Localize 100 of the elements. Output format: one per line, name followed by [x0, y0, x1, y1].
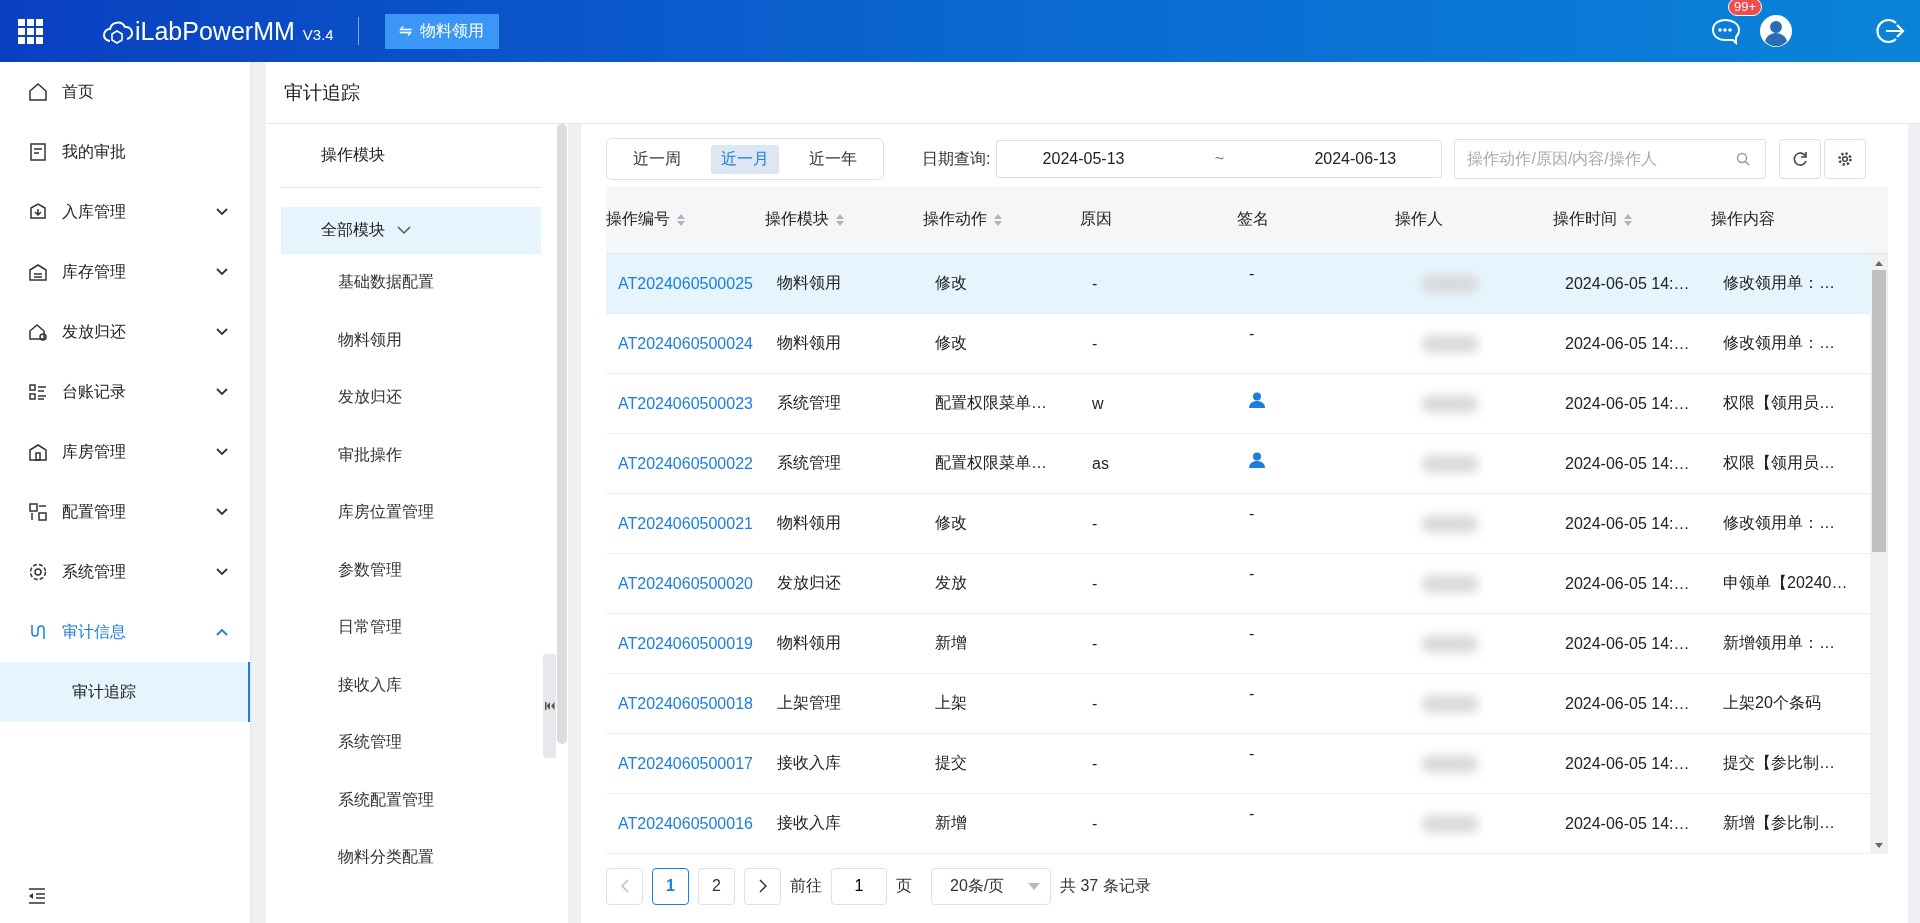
- tree-item[interactable]: 物料分类配置: [281, 829, 541, 887]
- record-id-link[interactable]: AT2024060500018: [618, 694, 753, 713]
- record-id-link[interactable]: AT2024060500017: [618, 754, 753, 773]
- tree-item[interactable]: 参数管理: [281, 541, 541, 599]
- collapse-panel-handle[interactable]: [543, 654, 556, 758]
- messages-button[interactable]: [1710, 17, 1740, 45]
- house-icon: [28, 322, 48, 342]
- record-id-link[interactable]: AT2024060500020: [618, 574, 753, 593]
- range-tab[interactable]: 近一周: [623, 144, 691, 174]
- scrollbar-thumb[interactable]: [1872, 270, 1886, 552]
- table-cell-text: 修改: [935, 513, 967, 533]
- record-id-link[interactable]: AT2024060500019: [618, 634, 753, 653]
- logout-button[interactable]: [1876, 17, 1906, 45]
- record-id-link[interactable]: AT2024060500025: [618, 274, 753, 293]
- table-row[interactable]: AT2024060500018 上架管理 上架 - - 2024-06-05 14:… 上架20个条码: [606, 674, 1870, 734]
- blurred-text: [1421, 814, 1479, 833]
- column-header[interactable]: 原因: [1080, 186, 1237, 253]
- blurred-text: [1421, 514, 1479, 533]
- cloud-logo-icon: [103, 19, 133, 45]
- sidebar-item[interactable]: 入库管理: [0, 182, 250, 242]
- sidebar-item[interactable]: 台账记录: [0, 362, 250, 422]
- column-header[interactable]: 操作人: [1395, 186, 1553, 253]
- record-id-link[interactable]: AT2024060500024: [618, 334, 753, 353]
- blurred-text: [1421, 454, 1479, 473]
- grid-icon: [18, 18, 43, 44]
- blurred-text: [1421, 754, 1479, 773]
- table-cell-text: 修改领用单：…: [1723, 513, 1835, 533]
- table-cell: -: [1249, 686, 1255, 702]
- page-number-field[interactable]: 1: [831, 867, 887, 905]
- range-tab[interactable]: 近一年: [799, 144, 867, 174]
- tree-item[interactable]: 物料领用: [281, 311, 541, 369]
- table-row[interactable]: AT2024060500019 物料领用 新增 - - 2024-06-05 14:… 新增领用单：…: [606, 614, 1870, 674]
- tree-item[interactable]: 发放归还: [281, 369, 541, 427]
- tree-item[interactable]: 接收入库: [281, 656, 541, 714]
- table-cell: -: [1092, 274, 1098, 293]
- sidebar-item[interactable]: 配置管理: [0, 482, 250, 542]
- table-cell-text: 修改领用单：…: [1723, 333, 1835, 353]
- table-row[interactable]: AT2024060500024 物料领用 修改 - - 2024-06-05 14:… 修改领用单：…: [606, 314, 1870, 374]
- sidebar-item[interactable]: 审计信息: [0, 602, 250, 662]
- collapse-menu-button[interactable]: [26, 885, 48, 907]
- date-query-label: 日期查询:: [922, 148, 991, 169]
- sort-icon: [993, 212, 1003, 227]
- avatar-button[interactable]: [1760, 15, 1792, 47]
- date-range-field[interactable]: 2024-05-13 ~ 2024-06-13: [996, 140, 1443, 178]
- sidebar-item[interactable]: 发放归还: [0, 302, 250, 362]
- tree-item[interactable]: 库房位置管理: [281, 484, 541, 542]
- tree-item[interactable]: 系统管理: [281, 714, 541, 772]
- table-row[interactable]: AT2024060500021 物料领用 修改 - - 2024-06-05 14:… 修改领用单：…: [606, 494, 1870, 554]
- tree-item[interactable]: 系统配置管理: [281, 771, 541, 829]
- sidebar-item[interactable]: 我的审批: [0, 122, 250, 182]
- tree-item[interactable]: 日常管理: [281, 599, 541, 657]
- page-button[interactable]: 2: [698, 867, 735, 905]
- settings-button[interactable]: [1824, 139, 1867, 179]
- sidebar-subitem[interactable]: 审计追踪: [0, 662, 250, 722]
- table-cell-text: 物料领用: [777, 633, 841, 653]
- column-header[interactable]: 操作时间: [1553, 186, 1711, 253]
- table-row[interactable]: AT2024060500022 系统管理 配置权限菜单… as 2024-06-05 14:… 权限【领用员…: [606, 434, 1870, 494]
- record-id-link[interactable]: AT2024060500023: [618, 394, 753, 413]
- search-field[interactable]: 操作动作/原因/内容/操作人: [1454, 139, 1767, 179]
- table-cell-text: 物料领用: [777, 333, 841, 353]
- table-cell: -: [1249, 566, 1255, 582]
- sidebar-item[interactable]: 系统管理: [0, 542, 250, 602]
- page-title: 审计追踪: [284, 80, 360, 105]
- tree-item[interactable]: 基础数据配置: [281, 254, 541, 312]
- page-size-select[interactable]: 20条/页: [931, 867, 1051, 905]
- column-header[interactable]: 签名: [1237, 186, 1395, 253]
- scrollbar[interactable]: [1870, 254, 1888, 854]
- record-id-link[interactable]: AT2024060500016: [618, 814, 753, 833]
- table-row[interactable]: AT2024060500020 发放归还 发放 - - 2024-06-05 14:… 申领单【20240…: [606, 554, 1870, 614]
- table-cell-text: 提交【参比制…: [1723, 753, 1835, 773]
- table-cell-text: 发放: [935, 573, 967, 593]
- tree-item[interactable]: 全部模块: [281, 207, 541, 254]
- page-button[interactable]: 1: [652, 867, 689, 905]
- table-row[interactable]: AT2024060500017 接收入库 提交 - - 2024-06-05 14:… 提交【参比制…: [606, 734, 1870, 794]
- table-cell: w: [1092, 394, 1104, 413]
- settings-icon: [1837, 151, 1854, 167]
- column-header[interactable]: 操作动作: [923, 186, 1080, 253]
- logout-icon: [1876, 17, 1906, 45]
- record-id-link[interactable]: AT2024060500022: [618, 454, 753, 473]
- column-header[interactable]: 操作编号: [606, 186, 765, 253]
- tree-item[interactable]: 审批操作: [281, 426, 541, 484]
- total-count: 共 37 条记录: [1060, 875, 1151, 896]
- sidebar-item[interactable]: 首页: [0, 62, 250, 122]
- apps-grid-button[interactable]: [18, 18, 43, 44]
- record-id-link[interactable]: AT2024060500021: [618, 514, 753, 533]
- sidebar-item[interactable]: 库房管理: [0, 422, 250, 482]
- table-row[interactable]: AT2024060500016 接收入库 新增 - - 2024-06-05 14:… 新增【参比制…: [606, 794, 1870, 854]
- table-row[interactable]: AT2024060500025 物料领用 修改 - - 2024-06-05 14:… 修改领用单：…: [606, 254, 1870, 314]
- sidebar-item[interactable]: 库存管理: [0, 242, 250, 302]
- table-cell: 2024-06-05 14:…: [1565, 274, 1690, 293]
- app-name: iLabPowerMM: [135, 17, 295, 45]
- scrollbar-thumb[interactable]: [557, 124, 567, 744]
- refresh-button[interactable]: [1779, 139, 1822, 179]
- column-header[interactable]: 操作模块: [765, 186, 923, 253]
- table-cell-text: 配置权限菜单…: [935, 453, 1047, 473]
- column-header[interactable]: 操作内容: [1711, 186, 1870, 253]
- next-page-button[interactable]: [744, 867, 781, 905]
- settings-icon: [28, 562, 48, 582]
- blurred-text: [1421, 634, 1479, 653]
- table-row[interactable]: AT2024060500023 系统管理 配置权限菜单… w 2024-06-05 14:… 权限【领用员…: [606, 374, 1870, 434]
